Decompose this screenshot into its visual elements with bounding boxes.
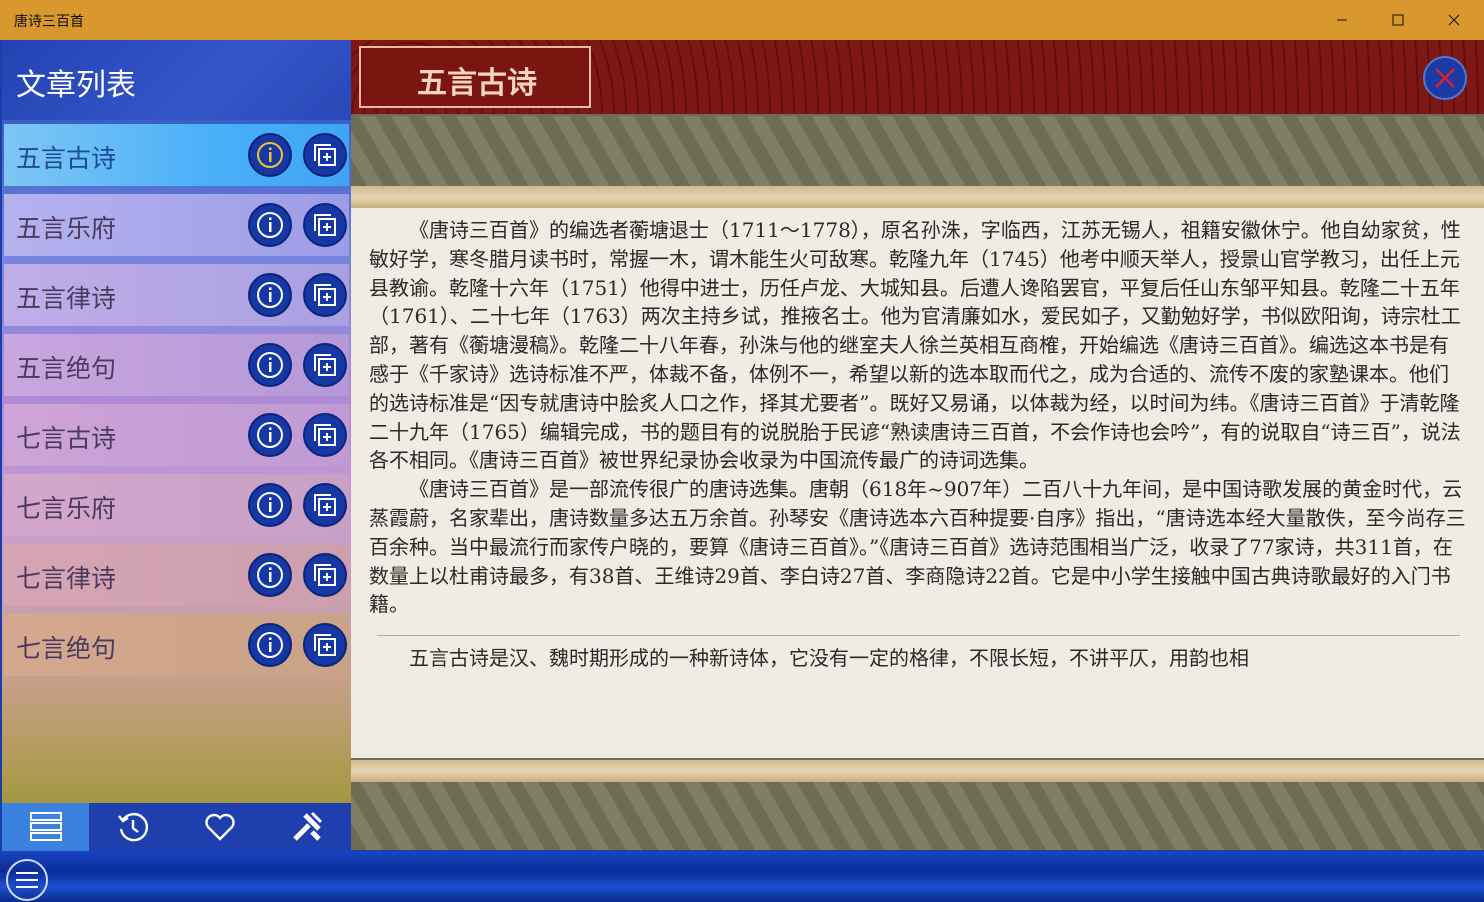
- close-window-button[interactable]: [1426, 0, 1482, 40]
- article-paragraph: 五言古诗是汉、魏时期形成的一种新诗体，它没有一定的格律，不限长短，不讲平仄，用韵…: [409, 646, 1249, 671]
- info-button[interactable]: [248, 623, 292, 667]
- add-button[interactable]: [303, 273, 347, 317]
- info-button[interactable]: [248, 203, 292, 247]
- app-bottom-bar: [0, 851, 1484, 902]
- history-nav-button[interactable]: [89, 803, 176, 851]
- info-button[interactable]: [248, 343, 292, 387]
- article-paragraph: 《唐诗三百首》是一部流传很广的唐诗选集。唐朝（618年~907年）二百八十九年间…: [369, 477, 1466, 617]
- tools-nav-button[interactable]: [263, 803, 350, 851]
- sidebar-header: 文章列表: [2, 40, 351, 120]
- info-icon: [257, 492, 283, 518]
- menu-button[interactable]: [6, 859, 48, 901]
- info-icon: [257, 632, 283, 658]
- info-button[interactable]: [248, 483, 292, 527]
- add-collection-icon: [314, 494, 336, 516]
- hamburger-icon: [16, 872, 38, 888]
- info-button[interactable]: [248, 273, 292, 317]
- sidebar-item[interactable]: 七言律诗: [4, 544, 349, 606]
- sidebar-item-label: 七言律诗: [16, 564, 117, 593]
- add-button[interactable]: [303, 203, 347, 247]
- sidebar-item-label: 五言乐府: [16, 214, 117, 243]
- add-collection-icon: [314, 634, 336, 656]
- divider: [377, 635, 1460, 637]
- maximize-button[interactable]: [1370, 0, 1426, 40]
- info-button[interactable]: [248, 413, 292, 457]
- add-collection-icon: [314, 354, 336, 376]
- add-button[interactable]: [303, 133, 347, 177]
- sidebar-item[interactable]: 七言绝句: [4, 614, 349, 676]
- minimize-button[interactable]: [1314, 0, 1370, 40]
- info-icon: [257, 282, 283, 308]
- add-collection-icon: [314, 284, 336, 306]
- info-icon: [257, 562, 283, 588]
- list-nav-button[interactable]: [2, 803, 89, 851]
- decorative-pattern-top: [351, 116, 1484, 186]
- sidebar-item[interactable]: 五言乐府: [4, 194, 349, 256]
- sidebar-item-label: 五言绝句: [16, 354, 117, 383]
- add-button[interactable]: [303, 623, 347, 667]
- scroll-edge-top: [351, 186, 1484, 208]
- add-button[interactable]: [303, 413, 347, 457]
- title-bar: 唐诗三百首: [0, 0, 1484, 40]
- article-body[interactable]: 《唐诗三百首》的编选者蘅塘退士（1711～1778），原名孙洙，字临西，江苏无锡…: [351, 208, 1484, 758]
- bottom-nav: [2, 803, 351, 851]
- info-icon: [257, 142, 283, 168]
- maximize-icon: [1392, 14, 1404, 26]
- close-icon: [1448, 14, 1460, 26]
- heart-icon: [204, 813, 235, 841]
- sidebar-item-label: 七言绝句: [16, 634, 117, 663]
- article-banner: 五言古诗: [351, 40, 1484, 114]
- sidebar-item-label: 五言律诗: [16, 284, 117, 313]
- sidebar-item-label: 七言乐府: [16, 494, 117, 523]
- add-collection-icon: [314, 214, 336, 236]
- article-panel: 五言古诗 《唐诗三百首》的编选者蘅塘退士（1711～1778），原名孙洙，字临西…: [351, 40, 1484, 850]
- info-button[interactable]: [248, 133, 292, 177]
- close-icon: [1435, 68, 1455, 88]
- add-button[interactable]: [303, 343, 347, 387]
- history-icon: [117, 813, 148, 842]
- sidebar-item[interactable]: 五言古诗: [4, 124, 349, 186]
- scroll-edge-bottom: [351, 760, 1484, 782]
- sidebar-item[interactable]: 七言古诗: [4, 404, 349, 466]
- decorative-pattern-bottom: [351, 782, 1484, 850]
- article-paragraph: 《唐诗三百首》的编选者蘅塘退士（1711～1778），原名孙洙，字临西，江苏无锡…: [369, 218, 1461, 473]
- sidebar-item[interactable]: 七言乐府: [4, 474, 349, 536]
- info-button[interactable]: [248, 553, 292, 597]
- sidebar-title: 文章列表: [16, 68, 136, 103]
- sidebar-item-label: 五言古诗: [16, 144, 117, 173]
- sidebar-item[interactable]: 五言律诗: [4, 264, 349, 326]
- minimize-icon: [1337, 19, 1347, 21]
- favorites-nav-button[interactable]: [176, 803, 263, 851]
- close-article-button[interactable]: [1423, 56, 1467, 100]
- info-icon: [257, 212, 283, 238]
- add-button[interactable]: [303, 483, 347, 527]
- add-button[interactable]: [303, 553, 347, 597]
- list-icon: [29, 812, 62, 841]
- add-collection-icon: [314, 564, 336, 586]
- article-heading-frame: 五言古诗: [359, 46, 591, 108]
- add-collection-icon: [314, 144, 336, 166]
- sidebar-item[interactable]: 五言绝句: [4, 334, 349, 396]
- sidebar: 文章列表 五言古诗 五言乐府 五言律诗 五言绝句 七言古诗 七言乐府 七言律诗 …: [2, 40, 351, 850]
- add-collection-icon: [314, 424, 336, 446]
- tools-icon: [292, 811, 322, 841]
- window-title: 唐诗三百首: [14, 14, 84, 30]
- sidebar-item-label: 七言古诗: [16, 424, 117, 453]
- info-icon: [257, 422, 283, 448]
- info-icon: [257, 352, 283, 378]
- article-heading: 五言古诗: [417, 66, 537, 101]
